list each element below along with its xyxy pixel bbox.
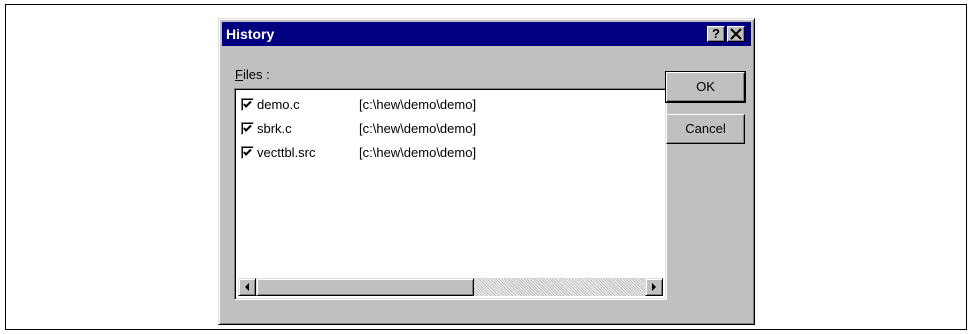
list-item[interactable]: demo.c [c:\hew\demo\demo] <box>239 93 662 117</box>
file-path: [c:\hew\demo\demo] <box>359 145 477 160</box>
checkmark-icon <box>243 100 252 108</box>
files-label-accelerator: F <box>235 67 243 82</box>
file-checkbox[interactable] <box>241 122 254 135</box>
file-path: [c:\hew\demo\demo] <box>359 121 477 136</box>
arrow-left-icon <box>245 283 249 291</box>
files-listbox[interactable]: demo.c [c:\hew\demo\demo] sbrk.c [c:\hew… <box>234 88 667 300</box>
files-list: demo.c [c:\hew\demo\demo] sbrk.c [c:\hew… <box>239 93 662 165</box>
history-dialog: History ? Files : demo.c [c:\hew\demo\de… <box>218 18 755 325</box>
files-label: Files : <box>235 67 270 83</box>
scroll-right-button[interactable] <box>645 278 663 296</box>
scroll-left-button[interactable] <box>238 278 256 296</box>
file-checkbox[interactable] <box>241 98 254 111</box>
dialog-title: History <box>226 26 275 42</box>
close-button[interactable] <box>727 26 745 42</box>
files-label-text: iles : <box>242 67 270 82</box>
file-name: vecttbl.src <box>257 145 316 160</box>
file-name: sbrk.c <box>257 121 292 136</box>
checkmark-icon <box>243 124 252 132</box>
close-icon <box>730 28 742 40</box>
list-item[interactable]: sbrk.c [c:\hew\demo\demo] <box>239 117 662 141</box>
horizontal-scrollbar[interactable] <box>238 278 663 296</box>
title-bar[interactable]: History ? <box>222 22 751 46</box>
file-checkbox[interactable] <box>241 146 254 159</box>
arrow-right-icon <box>652 283 656 291</box>
page: History ? Files : demo.c [c:\hew\demo\de… <box>0 0 975 334</box>
checkmark-icon <box>243 148 252 156</box>
help-button[interactable]: ? <box>707 26 725 42</box>
scroll-thumb[interactable] <box>256 278 474 296</box>
cancel-button[interactable]: Cancel <box>666 114 745 144</box>
ok-button[interactable]: OK <box>665 71 746 103</box>
file-name: demo.c <box>257 97 300 112</box>
list-item[interactable]: vecttbl.src [c:\hew\demo\demo] <box>239 141 662 165</box>
file-path: [c:\hew\demo\demo] <box>359 97 477 112</box>
